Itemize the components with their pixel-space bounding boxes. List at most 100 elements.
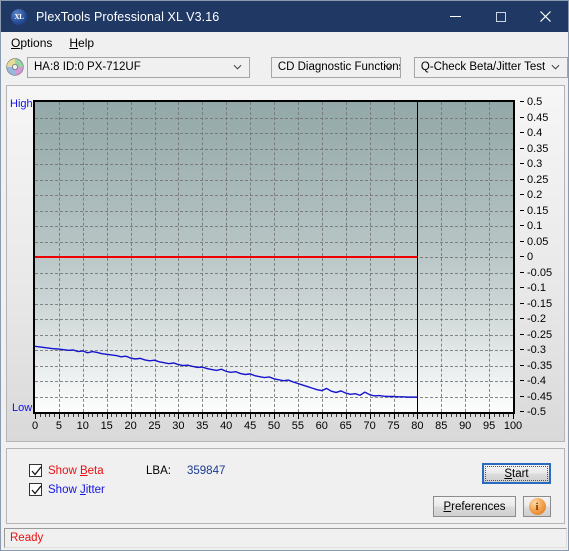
checkbox-box[interactable] — [29, 483, 42, 496]
x-tick-major — [58, 414, 60, 419]
x-tick-minor — [412, 414, 414, 417]
x-tick-minor — [288, 414, 290, 417]
x-tick-major — [178, 414, 180, 419]
y-axis-tick-label: 0.5 — [520, 96, 542, 108]
x-tick-minor — [259, 414, 261, 417]
x-tick-minor — [164, 414, 166, 417]
status-bar: Ready — [4, 528, 567, 548]
x-axis-tick-label: 15 — [100, 420, 113, 432]
y-tick-mark — [520, 147, 524, 149]
x-axis-tick-label: 70 — [363, 420, 376, 432]
x-tick-minor — [493, 414, 495, 417]
y-axis-tick-label: -0.1 — [520, 282, 546, 294]
function-group-select[interactable]: CD Diagnostic Functions — [270, 56, 401, 78]
y-tick-text: 0.35 — [527, 142, 549, 155]
y-axis-tick-label: -0.45 — [520, 391, 552, 403]
y-axis-tick-label: 0.3 — [520, 158, 542, 170]
y-tick-mark — [520, 178, 524, 180]
x-tick-minor — [422, 414, 424, 417]
x-tick-minor — [197, 414, 199, 417]
x-tick-major — [297, 414, 299, 419]
x-tick-minor — [68, 414, 70, 417]
x-tick-major — [226, 414, 228, 419]
preferences-button-label: Preferences — [443, 500, 506, 513]
y-tick-mark — [520, 411, 524, 413]
x-tick-minor — [460, 414, 462, 417]
y-tick-text: -0.15 — [527, 297, 553, 310]
close-icon[interactable] — [523, 1, 568, 32]
status-text: Ready — [10, 532, 44, 544]
x-tick-major — [345, 414, 347, 419]
x-tick-minor — [388, 414, 390, 417]
x-tick-minor — [173, 414, 175, 417]
x-tick-minor — [455, 414, 457, 417]
x-tick-major — [393, 414, 395, 419]
x-axis-tick-label: 55 — [291, 420, 305, 432]
y-tick-mark — [520, 333, 524, 335]
x-axis-tick-label: 75 — [387, 420, 400, 432]
info-button[interactable]: i — [523, 496, 551, 517]
preferences-button[interactable]: Preferences — [433, 496, 516, 517]
menu-item-help[interactable]: Help — [62, 34, 101, 52]
show-jitter-checkbox[interactable]: Show Jitter — [29, 483, 105, 496]
x-tick-minor — [211, 414, 213, 417]
y-tick-text: 0.45 — [527, 111, 549, 124]
lba-label: LBA: — [146, 465, 171, 477]
y-axis-tick-label: -0.25 — [520, 329, 552, 341]
start-button[interactable]: Start — [482, 463, 551, 484]
y-axis-tick-label: -0.5 — [520, 406, 546, 418]
x-tick-minor — [121, 414, 123, 417]
show-beta-checkbox[interactable]: Show Beta — [29, 464, 104, 477]
axis-high-label: High — [10, 98, 33, 110]
y-axis-tick-label: 0.15 — [520, 205, 548, 217]
y-tick-text: -0.05 — [527, 266, 553, 279]
drive-select[interactable]: HA:8 ID:0 PX-712UF — [27, 56, 250, 78]
lba-value: 359847 — [187, 465, 226, 477]
y-tick-text: 0.2 — [527, 189, 543, 201]
x-tick-minor — [207, 414, 209, 417]
y-axis-tick-label: 0.25 — [520, 174, 548, 186]
menu-item-options[interactable]: Options — [4, 34, 59, 52]
x-tick-minor — [63, 414, 65, 417]
x-tick-minor — [407, 414, 409, 417]
y-axis-tick-label: -0.15 — [520, 298, 552, 310]
y-tick-mark — [520, 318, 524, 320]
x-tick-minor — [192, 414, 194, 417]
x-tick-minor — [469, 414, 471, 417]
y-axis-tick-label: 0.1 — [520, 220, 542, 232]
x-axis-tick-label: 35 — [196, 420, 209, 432]
y-tick-text: -0.45 — [527, 390, 553, 403]
y-tick-text: -0.1 — [527, 282, 546, 294]
chevron-down-icon — [233, 64, 242, 70]
maximize-icon[interactable] — [478, 1, 523, 32]
x-axis-tick-label: 50 — [267, 420, 281, 432]
chevron-down-icon — [384, 64, 393, 70]
y-tick-text: 0.3 — [527, 158, 543, 170]
x-tick-major — [369, 414, 371, 419]
x-axis-tick-label: 5 — [55, 420, 62, 432]
x-tick-minor — [498, 414, 500, 417]
x-tick-major — [106, 414, 108, 419]
x-tick-minor — [283, 414, 285, 417]
test-select[interactable]: Q-Check Beta/Jitter Test — [413, 56, 568, 78]
x-tick-major — [441, 414, 443, 419]
x-tick-minor — [92, 414, 94, 417]
minimize-icon[interactable] — [433, 1, 478, 32]
x-tick-major — [154, 414, 156, 419]
test-select-value: Q-Check Beta/Jitter Test — [420, 61, 546, 73]
checkbox-box[interactable] — [29, 464, 42, 477]
x-tick-minor — [379, 414, 381, 417]
start-button-label: Start — [485, 466, 548, 481]
x-tick-minor — [54, 414, 56, 417]
show-jitter-label: Show Jitter — [48, 483, 105, 496]
x-tick-minor — [355, 414, 357, 417]
menu-item-help-label: elp — [78, 35, 95, 50]
x-axis-tick-label: 10 — [76, 420, 89, 432]
y-axis-tick-label: -0.2 — [520, 313, 546, 325]
x-tick-minor — [73, 414, 75, 417]
x-tick-minor — [450, 414, 452, 417]
x-tick-minor — [269, 414, 271, 417]
x-tick-minor — [336, 414, 338, 417]
y-tick-mark — [520, 209, 524, 211]
y-axis-tick-label: -0.05 — [520, 267, 552, 279]
